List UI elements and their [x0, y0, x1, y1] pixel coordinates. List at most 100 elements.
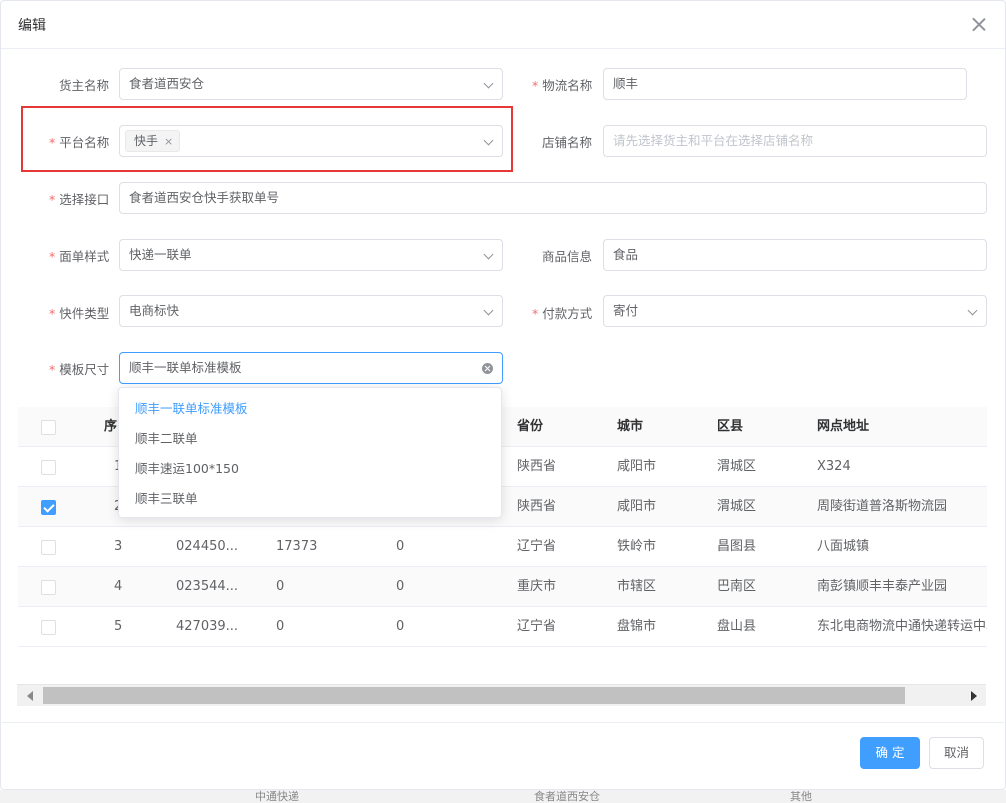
cell-seq: 5: [114, 619, 123, 634]
cell-b: 0: [396, 579, 405, 594]
bg-text-3: 其他: [790, 790, 812, 803]
header-seq: 序: [104, 419, 118, 434]
template-style-value: 快递一联单: [129, 247, 192, 262]
owner-label: 货主名称: [59, 78, 110, 93]
dialog-title: 编辑: [18, 18, 46, 34]
cell-address: 周陵街道普洛斯物流园: [817, 499, 948, 514]
dialog-header: 编辑: [1, 1, 1005, 49]
cell-province: 重庆市: [517, 579, 557, 594]
cell-seq: 3: [114, 539, 123, 554]
cell-province: 辽宁省: [517, 619, 557, 634]
bg-text-2: 食者道西安仓: [534, 790, 600, 803]
table-horizontal-scrollbar[interactable]: [17, 684, 986, 706]
chevron-down-icon: [967, 305, 978, 316]
chevron-down-icon: [483, 249, 494, 260]
cell-address: 东北电商物流中通快递转运中心: [817, 619, 987, 634]
clear-icon[interactable]: [482, 363, 493, 374]
dropdown-option[interactable]: 顺丰二联单: [119, 424, 501, 454]
platform-tag: 快手 ×: [125, 130, 181, 152]
dropdown-option[interactable]: 顺丰三联单: [119, 484, 501, 514]
table-row[interactable]: 3 024450... 17373 0 辽宁省 铁岭市 昌图县 八面城镇: [18, 527, 987, 567]
interface-input[interactable]: 食者道西安仓快手获取单号: [119, 182, 987, 214]
platform-select[interactable]: 快手 ×: [119, 125, 503, 157]
cell-province: 陕西省: [517, 499, 557, 514]
shop-input[interactable]: 请先选择货主和平台在选择店铺名称: [603, 125, 987, 157]
template-style-label: * 面单样式: [49, 249, 110, 264]
payment-select[interactable]: 寄付: [603, 295, 987, 327]
row-checkbox[interactable]: [41, 460, 56, 475]
cell-code: 427039...: [176, 619, 239, 634]
background-page-strip: 中通快递 食者道西安仓 其他: [0, 790, 1006, 803]
express-type-select[interactable]: 电商标快: [119, 295, 503, 327]
express-type-value: 电商标快: [129, 303, 180, 318]
shop-placeholder: 请先选择货主和平台在选择店铺名称: [613, 133, 814, 148]
cell-district: 昌图县: [717, 539, 757, 554]
owner-value: 食者道西安仓: [129, 76, 205, 91]
goods-value: 食品: [613, 247, 639, 262]
select-all-checkbox[interactable]: [41, 420, 56, 435]
platform-label: * 平台名称: [49, 135, 110, 150]
logistics-label: * 物流名称: [532, 78, 593, 93]
payment-value: 寄付: [613, 303, 639, 318]
cell-b: 0: [396, 619, 405, 634]
cell-address: 八面城镇: [817, 539, 870, 554]
goods-label: 商品信息: [542, 249, 593, 264]
header-district: 区县: [717, 419, 744, 434]
dropdown-option[interactable]: 顺丰一联单标准模板: [119, 394, 501, 424]
dropdown-option[interactable]: 顺丰速运100*150: [119, 454, 501, 484]
cell-city: 铁岭市: [617, 539, 657, 554]
tag-close-icon[interactable]: ×: [164, 132, 173, 152]
close-icon[interactable]: [969, 15, 989, 35]
cell-a: 0: [276, 579, 285, 594]
cell-district: 盘山县: [717, 619, 757, 634]
owner-select[interactable]: 食者道西安仓: [119, 68, 503, 100]
interface-value: 食者道西安仓快手获取单号: [129, 190, 280, 205]
cell-district: 巴南区: [717, 579, 757, 594]
row-checkbox[interactable]: [41, 580, 56, 595]
interface-label: * 选择接口: [49, 192, 110, 207]
row-checkbox[interactable]: [41, 620, 56, 635]
template-size-select[interactable]: 顺丰一联单标准模板: [119, 352, 503, 384]
template-size-label: * 模板尺寸: [49, 362, 110, 377]
cell-a: 0: [276, 619, 285, 634]
header-city: 城市: [617, 419, 644, 434]
header-address: 网点地址: [817, 419, 870, 434]
cell-city: 咸阳市: [617, 499, 657, 514]
cell-district: 渭城区: [717, 459, 757, 474]
confirm-button[interactable]: 确 定: [860, 737, 920, 769]
cell-code: 024450...: [176, 539, 239, 554]
logistics-value: 顺丰: [613, 76, 639, 91]
logistics-input[interactable]: 顺丰: [603, 68, 967, 100]
scroll-right-arrow-icon[interactable]: [971, 691, 977, 701]
cell-province: 辽宁省: [517, 539, 557, 554]
goods-input[interactable]: 食品: [603, 239, 987, 271]
cell-province: 陕西省: [517, 459, 557, 474]
cell-city: 咸阳市: [617, 459, 657, 474]
chevron-down-icon: [483, 78, 494, 89]
chevron-down-icon: [483, 135, 494, 146]
template-style-select[interactable]: 快递一联单: [119, 239, 503, 271]
template-size-value: 顺丰一联单标准模板: [129, 360, 242, 375]
scroll-left-arrow-icon[interactable]: [27, 691, 33, 701]
bg-text-1: 中通快递: [255, 790, 299, 803]
table-row[interactable]: 4 023544... 0 0 重庆市 市辖区 巴南区 南彭镇顺丰丰泰产业园: [18, 567, 987, 607]
cell-district: 渭城区: [717, 499, 757, 514]
header-province: 省份: [517, 419, 544, 434]
table-row[interactable]: 5 427039... 0 0 辽宁省 盘锦市 盘山县 东北电商物流中通快递转运中心: [18, 607, 987, 647]
chevron-down-icon: [483, 305, 494, 316]
cancel-button[interactable]: 取消: [929, 737, 984, 769]
template-size-dropdown: 顺丰一联单标准模板 顺丰二联单 顺丰速运100*150 顺丰三联单: [118, 387, 502, 518]
payment-label: * 付款方式: [532, 306, 593, 321]
scrollbar-thumb[interactable]: [43, 687, 905, 704]
cell-city: 盘锦市: [617, 619, 657, 634]
row-checkbox[interactable]: [41, 500, 56, 515]
cell-address: X324: [817, 459, 851, 474]
cell-b: 0: [396, 539, 405, 554]
cell-code: 023544...: [176, 579, 239, 594]
row-checkbox[interactable]: [41, 540, 56, 555]
cell-address: 南彭镇顺丰丰泰产业园: [817, 579, 948, 594]
footer-divider: [0, 722, 1004, 723]
cell-seq: 4: [114, 579, 123, 594]
cell-city: 市辖区: [617, 579, 657, 594]
express-type-label: * 快件类型: [49, 306, 110, 321]
